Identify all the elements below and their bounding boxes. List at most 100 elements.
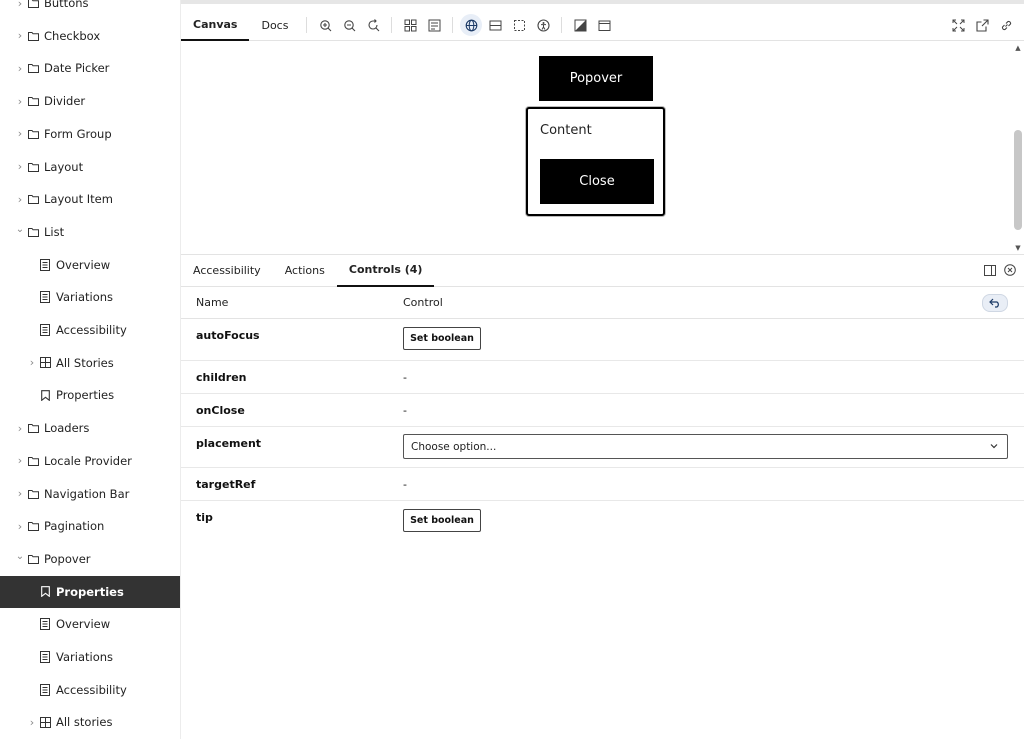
sidebar-item-label: Layout [44,159,84,174]
copy-link-button[interactable] [995,14,1017,36]
bookmark-icon [38,585,52,599]
zoom-reset-button[interactable] [362,14,384,36]
chevron-right-icon: › [17,0,23,10]
document-icon [38,617,52,631]
viewport-button[interactable] [593,14,615,36]
measure-button[interactable] [484,14,506,36]
sidebar-item-buttons[interactable]: › Buttons [0,0,180,19]
placement-select[interactable]: Choose option... [403,434,1008,459]
sidebar-item-label: List [44,224,65,239]
folder-icon [26,487,40,501]
panel-orientation-button[interactable] [984,261,996,280]
sidebar-item-label: Overview [56,617,111,632]
sidebar-item-label: Pagination [44,519,105,534]
viewport-icon [598,20,611,31]
addon-tab-actions[interactable]: Actions [273,255,337,287]
canvas-scrollbar-thumb[interactable] [1014,130,1022,230]
chevron-right-icon: › [17,192,23,206]
sidebar-item-variations[interactable]: Variations [0,281,180,313]
sidebar-item-overview[interactable]: Overview [0,608,180,640]
sidebar-item-label: Variations [56,650,114,664]
chevron-right-icon: › [17,421,23,435]
open-new-tab-button[interactable] [971,14,993,36]
sidebar-item-layout-item[interactable]: › Layout Item [0,183,180,215]
sidebar-item-navigation-bar[interactable]: › Navigation Bar [0,478,180,510]
sidebar-item-label: Navigation Bar [44,486,130,501]
control-row-placement: placement Choose option... [181,427,1024,468]
zoom-out-button[interactable] [338,14,360,36]
sidebar-item-variations[interactable]: Variations [0,641,180,673]
tab-canvas[interactable]: Canvas [181,10,250,41]
sidebar-item-all-stories[interactable]: › All stories [0,706,180,738]
grid-button[interactable] [399,14,421,36]
sidebar-item-label: Locale Provider [44,453,132,468]
background-button[interactable] [423,14,445,36]
sidebar-item-label: Loaders [44,421,90,436]
tab-docs[interactable]: Docs [249,10,300,41]
sidebar-item-locale-provider[interactable]: › Locale Provider [0,445,180,477]
popover-close-button[interactable]: Close [540,159,654,204]
prop-name: onClose [196,404,245,417]
folder-icon [26,552,40,566]
scroll-down-arrow[interactable]: ▼ [1014,244,1022,252]
reset-controls-button[interactable] [982,294,1008,312]
sidebar-item-list[interactable]: ⌄ List [0,216,180,248]
set-boolean-button[interactable]: Set boolean [403,327,481,350]
sidebar-item-properties[interactable]: Properties [0,379,180,411]
folder-icon [26,192,40,206]
chevron-right-icon: › [17,61,23,75]
folder-icon [26,0,40,10]
chevron-right-icon: › [17,160,23,173]
sidebar-item-checkbox[interactable]: › Checkbox [0,20,180,52]
scroll-up-arrow[interactable]: ▲ [1014,44,1022,52]
zoom-in-button[interactable] [314,14,336,36]
sidebar-item-popover[interactable]: ⌄ Popover [0,543,180,575]
control-row-onclose: onClose - [181,394,1024,427]
chevron-right-icon: › [17,454,23,468]
zoom-reset-icon [368,18,380,31]
close-panel-button[interactable] [1004,261,1016,280]
toolbar-divider [306,17,308,33]
sidebar-item-loaders[interactable]: › Loaders [0,412,180,444]
sidebar-item-label: Overview [56,257,111,272]
fullscreen-button[interactable] [947,14,969,36]
sidebar-item-form-group[interactable]: › Form Group [0,118,180,150]
chevron-right-icon: › [17,487,23,500]
accessibility-button[interactable] [532,14,554,36]
addon-panel-actions [984,261,1024,280]
chevron-down-icon: ⌄ [15,224,25,236]
sidebar-item-accessibility[interactable]: Accessibility [0,314,180,346]
outline-button[interactable] [508,14,530,36]
sidebar-item-label: Properties [56,584,124,599]
contrast-button[interactable] [569,14,591,36]
document-icon [38,683,52,697]
empty-control-value: - [403,371,407,384]
sidebar-item-overview[interactable]: Overview [0,249,180,281]
document-icon [38,323,52,337]
sidebar-item-accessibility[interactable]: Accessibility [0,674,180,706]
zoom-out-icon [344,19,356,31]
addon-tab-controls-4[interactable]: Controls (4) [336,255,435,287]
set-boolean-button[interactable]: Set boolean [403,509,481,532]
chevron-down-icon: ⌄ [15,551,25,563]
sidebar: › Buttons › Checkbox › Date Picker › Divider › Fo… [0,0,181,739]
sidebar-item-all-stories[interactable]: › All Stories [0,347,180,379]
document-icon [38,258,52,272]
accessibility-icon [537,18,550,32]
contrast-icon [574,19,587,31]
sidebar-item-pagination[interactable]: › Pagination [0,510,180,542]
measure-icon [489,20,502,30]
sidebar-item-date-picker[interactable]: › Date Picker [0,52,180,84]
column-header-control: Control [403,296,443,309]
control-row-children: children - [181,361,1024,394]
popover-trigger-button[interactable]: Popover [539,56,653,101]
addon-tab-accessibility[interactable]: Accessibility [181,255,273,287]
sidebar-item-properties[interactable]: Properties [0,575,180,608]
sidebar-item-divider[interactable]: › Divider [0,85,180,117]
open-new-tab-icon [975,18,989,32]
chevron-down-icon [989,441,999,454]
sidebar-item-layout[interactable]: › Layout [0,151,180,183]
prop-name: children [196,371,247,384]
toolbar-divider [452,17,454,33]
globe-button[interactable] [460,14,483,36]
